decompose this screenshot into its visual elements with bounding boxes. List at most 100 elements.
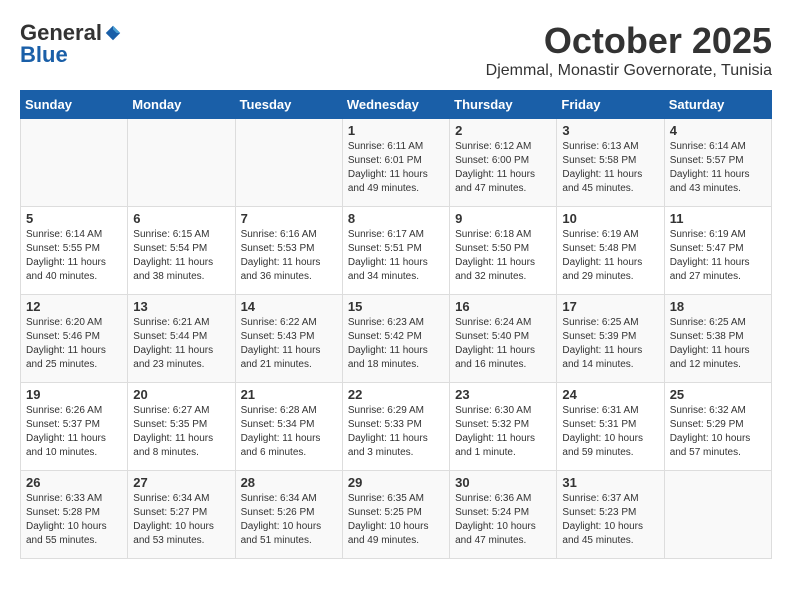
month-title: October 2025 (486, 20, 772, 62)
calendar-cell: 13 Sunrise: 6:21 AM Sunset: 5:44 PM Dayli… (128, 295, 235, 383)
day-number: 31 (562, 475, 658, 490)
calendar-cell: 6 Sunrise: 6:15 AM Sunset: 5:54 PM Daylig… (128, 207, 235, 295)
weekday-header: Sunday (21, 91, 128, 119)
day-number: 30 (455, 475, 551, 490)
logo-icon (104, 24, 122, 42)
day-info: Sunrise: 6:30 AM Sunset: 5:32 PM Dayligh… (455, 404, 551, 460)
calendar-week-row: 1 Sunrise: 6:11 AM Sunset: 6:01 PM Daylig… (21, 119, 772, 207)
calendar-cell: 12Sunrise: 6:20 AM Sunset: 5:46 PM Dayli… (21, 295, 128, 383)
day-info: Sunrise: 6:31 AM Sunset: 5:31 PM Dayligh… (562, 404, 658, 460)
calendar-cell: 10Sunrise: 6:19 AM Sunset: 5:48 PM Dayli… (557, 207, 664, 295)
calendar-cell: 19 Sunrise: 6:26 AM Sunset: 5:37 PM Dayli… (21, 383, 128, 471)
day-info: Sunrise: 6:35 AM Sunset: 5:25 PM Dayligh… (348, 492, 444, 548)
calendar-cell: 11 Sunrise: 6:19 AM Sunset: 5:47 PM Dayli… (664, 207, 771, 295)
day-number: 1 (348, 123, 444, 138)
day-number: 9 (455, 211, 551, 226)
day-info: Sunrise: 6:26 AM Sunset: 5:37 PM Dayligh… (26, 404, 122, 460)
day-number: 8 (348, 211, 444, 226)
day-info: Sunrise: 6:15 AM Sunset: 5:54 PM Dayligh… (133, 228, 229, 284)
day-info: Sunrise: 6:25 AM Sunset: 5:39 PM Dayligh… (562, 316, 658, 372)
calendar-cell (664, 471, 771, 559)
day-number: 20 (133, 387, 229, 402)
day-info: Sunrise: 6:12 AM Sunset: 6:00 PM Dayligh… (455, 140, 551, 196)
day-number: 12 (26, 299, 122, 314)
day-info: Sunrise: 6:14 AM Sunset: 5:57 PM Dayligh… (670, 140, 766, 196)
day-number: 22 (348, 387, 444, 402)
day-number: 17 (562, 299, 658, 314)
day-info: Sunrise: 6:21 AM Sunset: 5:44 PM Dayligh… (133, 316, 229, 372)
calendar-cell (21, 119, 128, 207)
day-number: 29 (348, 475, 444, 490)
calendar-cell: 21Sunrise: 6:28 AM Sunset: 5:34 PM Dayli… (235, 383, 342, 471)
day-number: 4 (670, 123, 766, 138)
day-info: Sunrise: 6:14 AM Sunset: 5:55 PM Dayligh… (26, 228, 122, 284)
day-number: 19 (26, 387, 122, 402)
day-info: Sunrise: 6:22 AM Sunset: 5:43 PM Dayligh… (241, 316, 337, 372)
weekday-header: Monday (128, 91, 235, 119)
day-info: Sunrise: 6:34 AM Sunset: 5:27 PM Dayligh… (133, 492, 229, 548)
calendar-week-row: 19 Sunrise: 6:26 AM Sunset: 5:37 PM Dayli… (21, 383, 772, 471)
day-info: Sunrise: 6:23 AM Sunset: 5:42 PM Dayligh… (348, 316, 444, 372)
page-header: General Blue October 2025 Djemmal, Monas… (20, 20, 772, 80)
day-number: 24 (562, 387, 658, 402)
calendar-cell: 28Sunrise: 6:34 AM Sunset: 5:26 PM Dayli… (235, 471, 342, 559)
calendar-cell: 25 Sunrise: 6:32 AM Sunset: 5:29 PM Dayli… (664, 383, 771, 471)
day-info: Sunrise: 6:27 AM Sunset: 5:35 PM Dayligh… (133, 404, 229, 460)
calendar-cell: 4 Sunrise: 6:14 AM Sunset: 5:57 PM Daylig… (664, 119, 771, 207)
calendar-cell: 31 Sunrise: 6:37 AM Sunset: 5:23 PM Dayli… (557, 471, 664, 559)
day-number: 15 (348, 299, 444, 314)
day-info: Sunrise: 6:29 AM Sunset: 5:33 PM Dayligh… (348, 404, 444, 460)
weekday-header: Tuesday (235, 91, 342, 119)
calendar-cell: 7 Sunrise: 6:16 AM Sunset: 5:53 PM Daylig… (235, 207, 342, 295)
calendar-cell: 30 Sunrise: 6:36 AM Sunset: 5:24 PM Dayli… (450, 471, 557, 559)
day-number: 10 (562, 211, 658, 226)
calendar-cell: 26Sunrise: 6:33 AM Sunset: 5:28 PM Dayli… (21, 471, 128, 559)
day-number: 21 (241, 387, 337, 402)
day-number: 6 (133, 211, 229, 226)
calendar-header-row: SundayMondayTuesdayWednesdayThursdayFrid… (21, 91, 772, 119)
calendar-cell: 24 Sunrise: 6:31 AM Sunset: 5:31 PM Dayli… (557, 383, 664, 471)
calendar-week-row: 5Sunrise: 6:14 AM Sunset: 5:55 PM Daylig… (21, 207, 772, 295)
calendar-cell: 29 Sunrise: 6:35 AM Sunset: 5:25 PM Dayli… (342, 471, 449, 559)
day-info: Sunrise: 6:13 AM Sunset: 5:58 PM Dayligh… (562, 140, 658, 196)
day-number: 11 (670, 211, 766, 226)
calendar-week-row: 26Sunrise: 6:33 AM Sunset: 5:28 PM Dayli… (21, 471, 772, 559)
day-number: 26 (26, 475, 122, 490)
day-info: Sunrise: 6:36 AM Sunset: 5:24 PM Dayligh… (455, 492, 551, 548)
calendar-cell (128, 119, 235, 207)
weekday-header: Wednesday (342, 91, 449, 119)
calendar-cell: 9Sunrise: 6:18 AM Sunset: 5:50 PM Daylig… (450, 207, 557, 295)
day-info: Sunrise: 6:19 AM Sunset: 5:47 PM Dayligh… (670, 228, 766, 284)
calendar-cell: 18Sunrise: 6:25 AM Sunset: 5:38 PM Dayli… (664, 295, 771, 383)
day-info: Sunrise: 6:24 AM Sunset: 5:40 PM Dayligh… (455, 316, 551, 372)
calendar-week-row: 12Sunrise: 6:20 AM Sunset: 5:46 PM Dayli… (21, 295, 772, 383)
calendar-cell: 14Sunrise: 6:22 AM Sunset: 5:43 PM Dayli… (235, 295, 342, 383)
day-number: 28 (241, 475, 337, 490)
day-number: 13 (133, 299, 229, 314)
day-number: 7 (241, 211, 337, 226)
calendar-cell: 20 Sunrise: 6:27 AM Sunset: 5:35 PM Dayli… (128, 383, 235, 471)
title-block: October 2025 Djemmal, Monastir Governora… (486, 20, 772, 80)
calendar-cell: 8Sunrise: 6:17 AM Sunset: 5:51 PM Daylig… (342, 207, 449, 295)
calendar-cell: 27Sunrise: 6:34 AM Sunset: 5:27 PM Dayli… (128, 471, 235, 559)
day-number: 16 (455, 299, 551, 314)
day-info: Sunrise: 6:32 AM Sunset: 5:29 PM Dayligh… (670, 404, 766, 460)
calendar-cell: 16 Sunrise: 6:24 AM Sunset: 5:40 PM Dayli… (450, 295, 557, 383)
calendar-cell: 22 Sunrise: 6:29 AM Sunset: 5:33 PM Dayli… (342, 383, 449, 471)
calendar-cell: 2Sunrise: 6:12 AM Sunset: 6:00 PM Daylig… (450, 119, 557, 207)
calendar-cell: 5Sunrise: 6:14 AM Sunset: 5:55 PM Daylig… (21, 207, 128, 295)
weekday-header: Saturday (664, 91, 771, 119)
weekday-header: Thursday (450, 91, 557, 119)
location-title: Djemmal, Monastir Governorate, Tunisia (486, 62, 772, 80)
calendar-cell: 3 Sunrise: 6:13 AM Sunset: 5:58 PM Daylig… (557, 119, 664, 207)
day-info: Sunrise: 6:11 AM Sunset: 6:01 PM Dayligh… (348, 140, 444, 196)
calendar-cell: 1 Sunrise: 6:11 AM Sunset: 6:01 PM Daylig… (342, 119, 449, 207)
day-number: 25 (670, 387, 766, 402)
calendar-cell (235, 119, 342, 207)
calendar-cell: 15 Sunrise: 6:23 AM Sunset: 5:42 PM Dayli… (342, 295, 449, 383)
calendar-cell: 17 Sunrise: 6:25 AM Sunset: 5:39 PM Dayli… (557, 295, 664, 383)
weekday-header: Friday (557, 91, 664, 119)
day-info: Sunrise: 6:37 AM Sunset: 5:23 PM Dayligh… (562, 492, 658, 548)
day-info: Sunrise: 6:16 AM Sunset: 5:53 PM Dayligh… (241, 228, 337, 284)
day-number: 3 (562, 123, 658, 138)
